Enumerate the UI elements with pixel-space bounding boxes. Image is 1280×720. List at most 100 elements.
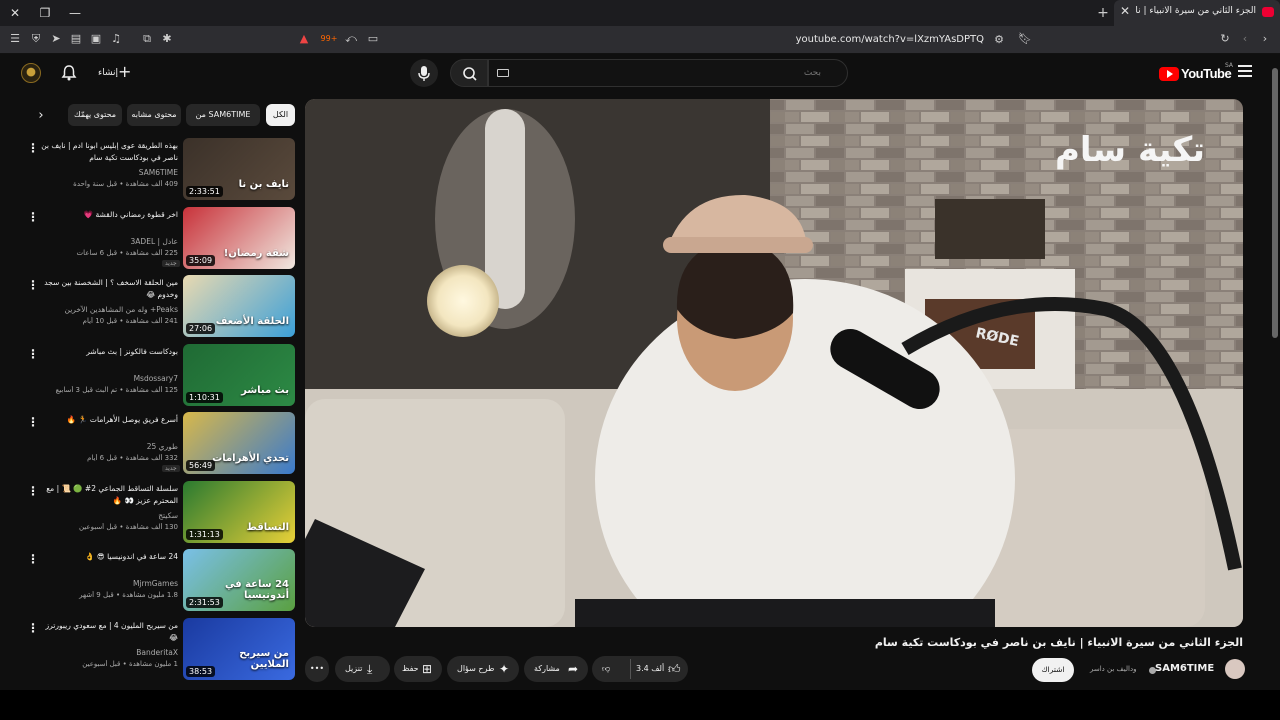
ask-button[interactable]: ✦ طرح سؤال: [447, 656, 519, 682]
search-box[interactable]: [488, 59, 848, 87]
related-title[interactable]: 24 ساعة في اندونيسيا 😎 👌: [40, 551, 178, 563]
sidebar-icon[interactable]: ▣: [89, 32, 103, 46]
history-icon[interactable]: ▤: [69, 32, 83, 46]
menu-icon[interactable]: ☰: [8, 32, 22, 46]
more-vert-icon[interactable]: ⋮: [27, 279, 39, 293]
more-vert-icon[interactable]: ⋮: [27, 553, 39, 567]
channel-avatar[interactable]: [1225, 659, 1245, 679]
new-tab-button[interactable]: +: [1094, 3, 1112, 23]
related-meta: 1.8 مليون مشاهدة • قبل 9 أشهر: [79, 591, 178, 599]
like-icon[interactable]: 👍︎: [668, 656, 681, 682]
filter-chips: › محتوى يهمّك محتوى مشابه من SAM6TIME ال…: [30, 104, 300, 128]
related-thumbnail[interactable]: التساقط 1:31:13: [183, 480, 295, 543]
related-channel[interactable]: MjrmGames: [40, 579, 178, 588]
search-button[interactable]: [450, 59, 488, 87]
bookmark-icon[interactable]: 🔖︎: [1018, 32, 1032, 46]
related-video-item[interactable]: ⋮ اخر قطوة رمضاني دالقشة 💗 عادل | 3ADEL 225…: [0, 206, 300, 273]
related-title[interactable]: مين الحلقة الاسخف ؟ | الشخصنة بين سجد وخ…: [40, 277, 178, 301]
related-channel[interactable]: SAM6TIME: [40, 168, 178, 177]
share-button[interactable]: ➦ مشاركة: [524, 656, 588, 682]
related-channel[interactable]: طوري 25: [40, 442, 178, 451]
related-thumbnail[interactable]: 24 ساعة في أندونيسيا 2:31:53: [183, 549, 295, 611]
related-thumbnail[interactable]: الحلقة الأضعف 27:06: [183, 275, 295, 337]
tune-icon[interactable]: ⚙: [992, 33, 1006, 47]
youtube-logo[interactable]: YouTube SA: [1159, 62, 1233, 82]
related-title[interactable]: من سيربح المليون 4 | مع سعودي ريبورترز 😂: [40, 620, 179, 644]
hamburger-menu-icon[interactable]: [1238, 65, 1252, 79]
related-video-item[interactable]: ⋮ بهذه الطريقة عوى إبليس ابونا ادم | نايف…: [0, 138, 300, 204]
page-scrollbar[interactable]: [1270, 54, 1280, 690]
save-button[interactable]: ⊞ حفظ: [394, 656, 442, 682]
shield-icon[interactable]: ⛨: [29, 32, 43, 46]
send-icon[interactable]: ➤: [49, 32, 63, 46]
extensions-icon[interactable]: ✱: [160, 32, 174, 46]
scrollbar-thumb[interactable]: [1272, 68, 1278, 338]
related-channel[interactable]: عادل | 3ADEL: [40, 237, 178, 246]
dislike-button[interactable]: 👎︎: [602, 656, 610, 682]
chip-all[interactable]: الكل: [266, 104, 295, 126]
related-thumbnail[interactable]: نايف بن نا 2:33:51: [183, 138, 295, 200]
related-video-item[interactable]: ⋮ 24 ساعة في اندونيسيا 😎 👌 MjrmGames 1.8 مل…: [0, 549, 300, 615]
search-input[interactable]: [489, 60, 847, 86]
chip-from-channel[interactable]: من SAM6TIME: [186, 104, 260, 126]
subscribe-button[interactable]: اشتراك: [1032, 658, 1074, 682]
create-button[interactable]: إنشاء +: [92, 62, 136, 84]
duration-badge: 2:31:53: [186, 597, 223, 608]
like-dislike-group: 👎︎ 3.4 ألف 👍︎: [592, 656, 688, 682]
bell-icon[interactable]: [60, 64, 78, 82]
keyboard-icon[interactable]: [497, 69, 509, 77]
related-meta: 125 ألف مشاهدة • تم البث قبل 3 أسابيع: [55, 385, 178, 394]
screenshot-icon[interactable]: ⧉: [140, 32, 154, 46]
download-button[interactable]: ⤓ تنزيل: [335, 656, 390, 682]
related-video-item[interactable]: ⋮ أسرع فريق يوصل الأهرامات 🏃 🔥 طوري 25 332 …: [0, 412, 300, 478]
related-video-item[interactable]: ⋮ مين الحلقة الاسخف ؟ | الشخصنة بين سجد و…: [0, 275, 300, 341]
related-meta: 241 ألف مشاهدة • قبل 10 أيام: [82, 317, 178, 325]
related-thumbnail[interactable]: من سيربح الملايين 38:53: [183, 617, 295, 680]
more-vert-icon[interactable]: ⋮: [27, 348, 39, 362]
close-window-icon[interactable]: ✕: [4, 3, 26, 23]
chip-for-you[interactable]: محتوى يهمّك: [68, 104, 122, 126]
bookmark-add-icon: ⊞: [422, 662, 433, 676]
more-vert-icon[interactable]: ⋮: [27, 142, 39, 156]
chevron-right-icon[interactable]: ›: [30, 106, 52, 126]
thumbnail-caption: من سيربح الملايين: [239, 647, 289, 670]
related-video-item[interactable]: ⋮ من سيربح المليون 4 | مع سعودي ريبورترز …: [0, 617, 300, 684]
restore-window-icon[interactable]: ❐: [34, 3, 56, 23]
more-vert-icon[interactable]: ⋮: [27, 416, 39, 430]
channel-name[interactable]: SAM6TIME: [1155, 663, 1214, 674]
related-channel[interactable]: سكيتج: [40, 511, 178, 520]
like-count[interactable]: 3.4 ألف: [636, 656, 664, 682]
avatar[interactable]: [21, 63, 41, 83]
duration-badge: 38:53: [186, 665, 216, 677]
voice-search-button[interactable]: [410, 59, 438, 87]
related-thumbnail[interactable]: شقة رمضان! 35:09: [183, 206, 295, 269]
related-channel[interactable]: Msdossary7: [40, 374, 178, 383]
related-video-item[interactable]: ⋮ بودكاست فالكونز | بث مباشر Msdossary7 125…: [0, 343, 300, 410]
music-icon[interactable]: ♫: [109, 32, 123, 46]
related-title[interactable]: بودكاست فالكونز | بث مباشر: [40, 346, 178, 358]
browser-tab-active[interactable]: ✕ الجزء الثاني من سيرة الانبياء | نايف: [1114, 0, 1280, 26]
related-channel[interactable]: Peaks+ وله من المشاهدين الآخرين: [40, 305, 179, 314]
related-title[interactable]: اخر قطوة رمضاني دالقشة 💗: [40, 209, 178, 221]
close-tab-icon[interactable]: ✕: [1120, 4, 1130, 18]
address-bar[interactable]: youtube.com/watch?v=lXzmYAsDPTQ ⚙: [290, 29, 1014, 51]
duration-badge: 27:06: [186, 323, 216, 334]
related-title[interactable]: بهذه الطريقة عوى إبليس ابونا ادم | نايف …: [40, 140, 178, 164]
chip-related[interactable]: محتوى مشابه: [127, 104, 181, 126]
forward-icon[interactable]: ‹: [1238, 32, 1252, 46]
related-title[interactable]: أسرع فريق يوصل الأهرامات 🏃 🔥: [40, 414, 178, 426]
related-channel[interactable]: BanderitaX: [40, 648, 178, 657]
save-label: حفظ: [402, 664, 419, 673]
more-vert-icon[interactable]: ⋮: [27, 485, 39, 499]
back-icon[interactable]: ›: [1258, 32, 1272, 46]
related-thumbnail[interactable]: بث مباشر 1:10:31: [183, 343, 295, 406]
minimize-window-icon[interactable]: —: [64, 3, 86, 23]
related-title[interactable]: سلسلة التساقط الجماعي 2# 🟢 📜 | مع المحتر…: [40, 483, 178, 507]
video-player[interactable]: تكية سام RØDE: [305, 99, 1243, 627]
related-video-item[interactable]: ⋮ سلسلة التساقط الجماعي 2# 🟢 📜 | مع المحت…: [0, 480, 300, 547]
more-actions-button[interactable]: •••: [305, 656, 329, 682]
more-vert-icon[interactable]: ⋮: [27, 622, 39, 636]
more-vert-icon[interactable]: ⋮: [27, 211, 39, 225]
reload-icon[interactable]: ↻: [1218, 32, 1232, 46]
related-thumbnail[interactable]: تحدي الأهرامات 56:49: [183, 412, 295, 474]
